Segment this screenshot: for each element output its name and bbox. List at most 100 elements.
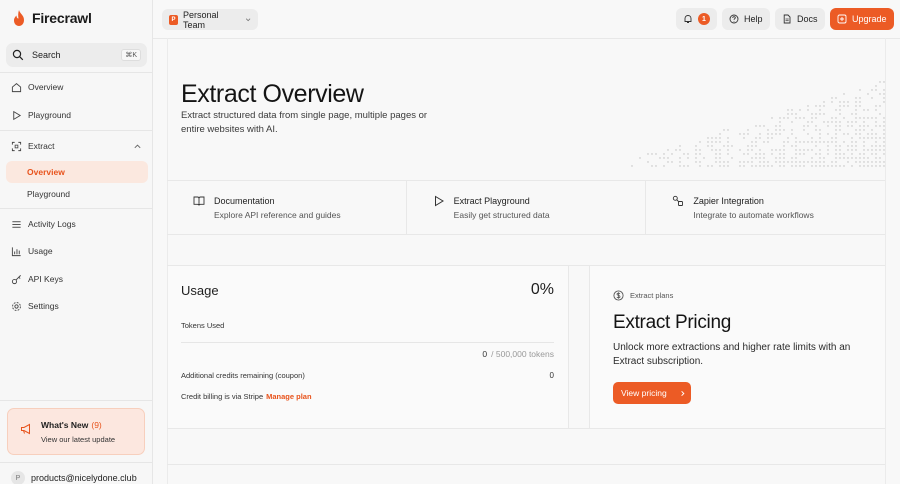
documentation-card[interactable]: Documentation Explore API reference and … <box>167 181 407 234</box>
zapier-integration-card[interactable]: Zapier Integration Integrate to automate… <box>646 181 885 234</box>
tokens-used-label: Tokens Used <box>181 321 225 330</box>
extract-icon <box>11 141 22 151</box>
docs-button[interactable]: Docs <box>775 8 825 30</box>
play-icon <box>13 110 22 120</box>
gear-icon <box>12 301 21 311</box>
sidebar-item-label: Activity Logs <box>28 219 76 229</box>
chevron-down-icon <box>245 18 251 22</box>
manage-plan-link[interactable]: Manage plan <box>266 392 311 401</box>
card-subtitle: Integrate to automate workflows <box>693 210 814 220</box>
pricing-description: Unlock more extractions and higher rate … <box>613 342 851 367</box>
whats-new-title: What's New (9) <box>41 420 102 430</box>
divider <box>0 72 153 73</box>
sidebar: Firecrawl Search ⌘K Overview Playground … <box>0 0 153 484</box>
avatar: P <box>11 471 25 484</box>
dollar-icon <box>613 290 624 301</box>
docs-label: Docs <box>797 14 818 24</box>
whats-new-card[interactable]: What's New (9) View our latest update <box>7 408 145 455</box>
account-menu[interactable]: P products@nicelydone.club <box>11 471 137 484</box>
usage-progress-bar <box>181 342 554 343</box>
billing-note: Credit billing is via Stripe Manage plan <box>181 392 312 401</box>
chevron-up-icon <box>134 144 141 148</box>
page-title: Extract Overview <box>181 80 364 108</box>
sidebar-item-extract-playground[interactable]: Playground <box>6 183 148 205</box>
divider <box>0 208 153 209</box>
notifications-button[interactable]: 1 <box>676 8 717 30</box>
bar-chart-icon <box>11 246 21 256</box>
section-divider <box>167 464 885 465</box>
sidebar-item-api-keys[interactable]: API Keys <box>6 268 148 290</box>
card-title: Zapier Integration <box>693 196 764 206</box>
upgrade-icon <box>837 14 847 24</box>
sidebar-item-extract[interactable]: Extract <box>6 135 148 157</box>
notification-badge: 1 <box>698 13 710 25</box>
brand-name: Firecrawl <box>32 10 92 26</box>
card-subtitle: Explore API reference and guides <box>214 210 341 220</box>
sidebar-item-usage[interactable]: Usage <box>6 240 148 262</box>
help-circle-icon <box>729 14 739 24</box>
help-button[interactable]: Help <box>722 8 770 30</box>
divider <box>0 130 153 131</box>
tokens-total: / 500,000 tokens <box>491 349 554 359</box>
bell-icon <box>684 15 692 23</box>
flame-icon <box>14 10 24 26</box>
additional-credits-value: 0 <box>549 371 554 380</box>
sidebar-item-label: Playground <box>28 110 72 120</box>
section-divider <box>167 428 885 429</box>
document-icon <box>783 14 791 24</box>
header-divider <box>153 38 900 39</box>
search-shortcut: ⌘K <box>121 49 141 61</box>
sidebar-item-label: Extract <box>28 141 55 151</box>
sidebar-item-settings[interactable]: Settings <box>6 295 148 317</box>
view-pricing-label: View pricing <box>621 388 667 398</box>
pricing-panel: Extract plans Extract Pricing Unlock mor… <box>589 266 885 428</box>
divider <box>0 462 153 463</box>
billing-text: Credit billing is via Stripe <box>181 392 264 401</box>
sidebar-item-label: Overview <box>27 167 65 177</box>
tokens-count: 0/ 500,000 tokens <box>482 349 554 359</box>
divider <box>0 400 153 401</box>
sidebar-item-label: Settings <box>28 301 59 311</box>
list-icon <box>12 220 21 228</box>
search-bar[interactable]: Search ⌘K <box>6 43 147 67</box>
sidebar-item-playground[interactable]: Playground <box>6 104 148 126</box>
card-title: Documentation <box>214 196 275 206</box>
usage-panel: Usage 0% Tokens Used 0/ 500,000 tokens A… <box>168 266 569 428</box>
pricing-title: Extract Pricing <box>613 312 731 333</box>
home-icon <box>11 82 22 92</box>
book-icon <box>193 196 205 206</box>
tokens-used-value: 0 <box>482 349 488 359</box>
usage-percent: 0% <box>530 281 554 298</box>
help-label: Help <box>744 14 763 24</box>
quick-links: Documentation Explore API reference and … <box>167 180 885 235</box>
usage-title: Usage <box>181 283 219 298</box>
brand[interactable]: Firecrawl <box>12 9 92 27</box>
whats-new-label: What's New <box>41 420 89 430</box>
sidebar-item-label: API Keys <box>28 274 63 284</box>
sidebar-item-label: Playground <box>27 189 71 199</box>
team-name: Personal Team <box>182 9 219 30</box>
sidebar-item-extract-overview[interactable]: Overview <box>6 161 148 183</box>
sidebar-item-overview[interactable]: Overview <box>6 76 148 98</box>
team-switcher[interactable]: P Personal Team <box>162 9 258 30</box>
sidebar-item-label: Usage <box>28 246 53 256</box>
chevron-right-icon <box>680 390 685 396</box>
account-email: products@nicelydone.club <box>31 473 137 483</box>
view-pricing-button[interactable]: View pricing <box>613 382 691 404</box>
sidebar-item-activity-logs[interactable]: Activity Logs <box>6 213 148 235</box>
page-subtitle: Extract structured data from single page… <box>181 110 428 135</box>
pricing-label: Extract plans <box>630 291 674 300</box>
search-icon <box>12 49 24 61</box>
whats-new-count: (9) <box>91 420 102 430</box>
team-avatar: P <box>169 14 178 25</box>
key-icon <box>11 274 21 284</box>
upgrade-button[interactable]: Upgrade <box>830 8 894 30</box>
sidebar-item-label: Overview <box>28 82 64 92</box>
play-icon <box>434 195 444 207</box>
card-title: Extract Playground <box>453 196 530 206</box>
extract-playground-card[interactable]: Extract Playground Easily get structured… <box>407 181 647 234</box>
megaphone-icon <box>21 423 30 435</box>
upgrade-label: Upgrade <box>852 14 887 24</box>
card-subtitle: Easily get structured data <box>453 210 550 220</box>
search-label: Search <box>32 50 61 60</box>
